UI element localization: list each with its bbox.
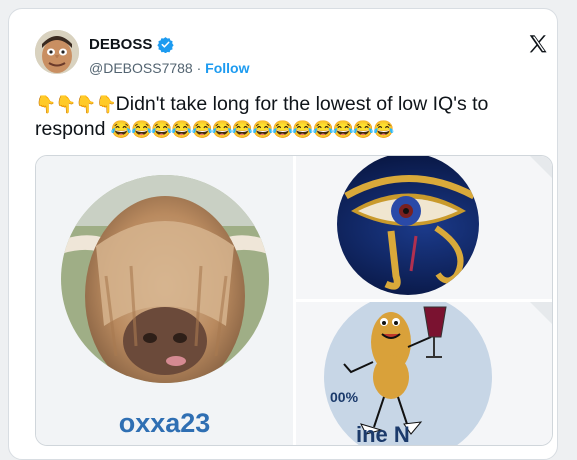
- avatar[interactable]: [35, 30, 79, 74]
- author-name[interactable]: DEBOSS: [89, 36, 152, 53]
- media-image-peanut[interactable]: 00% ine N: [296, 302, 552, 445]
- corner-fold-icon: [530, 156, 552, 178]
- corner-fold-icon: [530, 302, 552, 324]
- media-image-cow[interactable]: oxxa23: [36, 156, 293, 445]
- separator-dot: ·: [196, 60, 202, 76]
- tweet-body-line1: Didn't take long for the lowest of low I…: [115, 93, 489, 115]
- author-handle-row: @DEBOSS7788 · Follow: [89, 60, 250, 76]
- follow-button[interactable]: Follow: [205, 60, 249, 76]
- panel-caption: oxxa23: [118, 408, 211, 438]
- media-grid: oxxa23 00% ine N: [35, 155, 553, 446]
- verified-badge-icon: [157, 37, 175, 53]
- media-image-eye[interactable]: [296, 156, 552, 299]
- highland-cow-avatar: [61, 175, 269, 383]
- laughing-emojis: 😂😂😂😂😂😂😂😂😂😂😂😂😂😂: [110, 120, 394, 139]
- svg-text:ine N: ine N: [356, 422, 410, 445]
- author-handle[interactable]: @DEBOSS7788: [89, 60, 193, 76]
- svg-text:00%: 00%: [330, 389, 359, 405]
- tweet-card: DEBOSS @DEBOSS7788 · Follow 👇👇👇👇Didn't t…: [8, 8, 558, 460]
- author-name-row: DEBOSS: [89, 36, 175, 53]
- tweet-body-line2: respond: [35, 118, 106, 140]
- tweet-text: 👇👇👇👇Didn't take long for the lowest of l…: [35, 92, 555, 142]
- peanut-mascot-avatar: 00% ine N: [324, 302, 492, 445]
- pointing-down-emojis: 👇👇👇👇: [35, 95, 117, 114]
- eye-of-horus-avatar: [337, 156, 479, 295]
- x-logo-icon[interactable]: [527, 33, 549, 55]
